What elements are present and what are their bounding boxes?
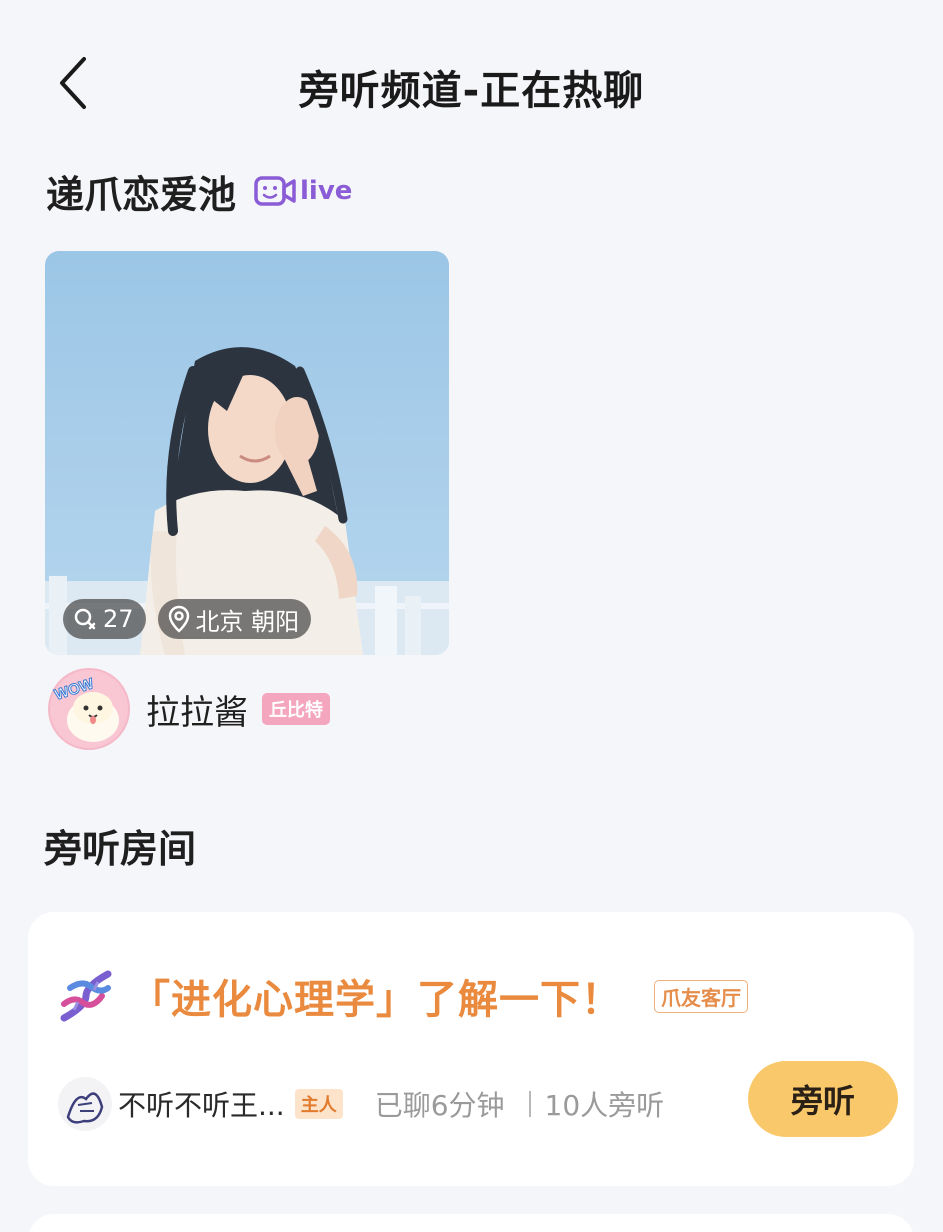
room-title-row: 「进化心理学」了解一下！ 爪友客厅	[56, 966, 748, 1026]
header: 旁听频道-正在热聊	[0, 0, 943, 170]
meta-divider	[528, 1091, 531, 1117]
page-title: 旁听频道-正在热聊	[298, 68, 645, 114]
location-pin-icon	[168, 605, 189, 633]
user-avatar[interactable]: WOW	[48, 668, 130, 750]
profile-user-row: WOW 拉拉酱 丘比特	[48, 668, 330, 750]
dna-icon	[60, 970, 112, 1022]
video-camera-icon	[254, 176, 296, 206]
listen-button[interactable]: 旁听	[748, 1061, 898, 1137]
search-age-icon	[74, 608, 96, 630]
room-tag: 爪友客厅	[654, 979, 748, 1013]
photo-info-chips: 27 北京 朝阳	[63, 599, 312, 639]
next-room-card[interactable]	[28, 1214, 914, 1232]
host-name: 不听不听王...	[118, 1089, 285, 1122]
host-avatar[interactable]	[58, 1077, 112, 1131]
location-chip: 北京 朝阳	[157, 599, 312, 639]
location-value: 北京 朝阳	[195, 607, 300, 636]
cupid-badge: 丘比特	[262, 693, 330, 725]
chat-duration: 已聊6分钟	[374, 1089, 505, 1122]
rooms-section-title: 旁听房间	[44, 827, 197, 871]
cartoon-avatar-image: WOW	[48, 668, 130, 750]
live-section-title: 递爪恋爱池	[46, 172, 237, 217]
profile-photo	[45, 251, 449, 655]
username: 拉拉酱	[146, 692, 248, 733]
live-section-header: 递爪恋爱池 live	[46, 166, 352, 217]
host-badge: 主人	[294, 1089, 343, 1119]
host-avatar-image	[58, 1077, 112, 1131]
live-tag: live	[254, 175, 352, 207]
age-value: 27	[103, 605, 134, 633]
room-meta: 不听不听王... 主人 已聊6分钟 10人旁听	[58, 1076, 664, 1132]
profile-photo-card[interactable]: 27 北京 朝阳	[45, 251, 449, 655]
live-label: live	[300, 176, 353, 206]
listener-count: 10人旁听	[544, 1089, 665, 1122]
room-title: 「进化心理学」了解一下！	[130, 977, 622, 1023]
age-chip: 27	[63, 599, 146, 639]
room-card[interactable]: 「进化心理学」了解一下！ 爪友客厅 不听不听王... 主人 已聊6分钟 10人旁…	[28, 912, 914, 1186]
